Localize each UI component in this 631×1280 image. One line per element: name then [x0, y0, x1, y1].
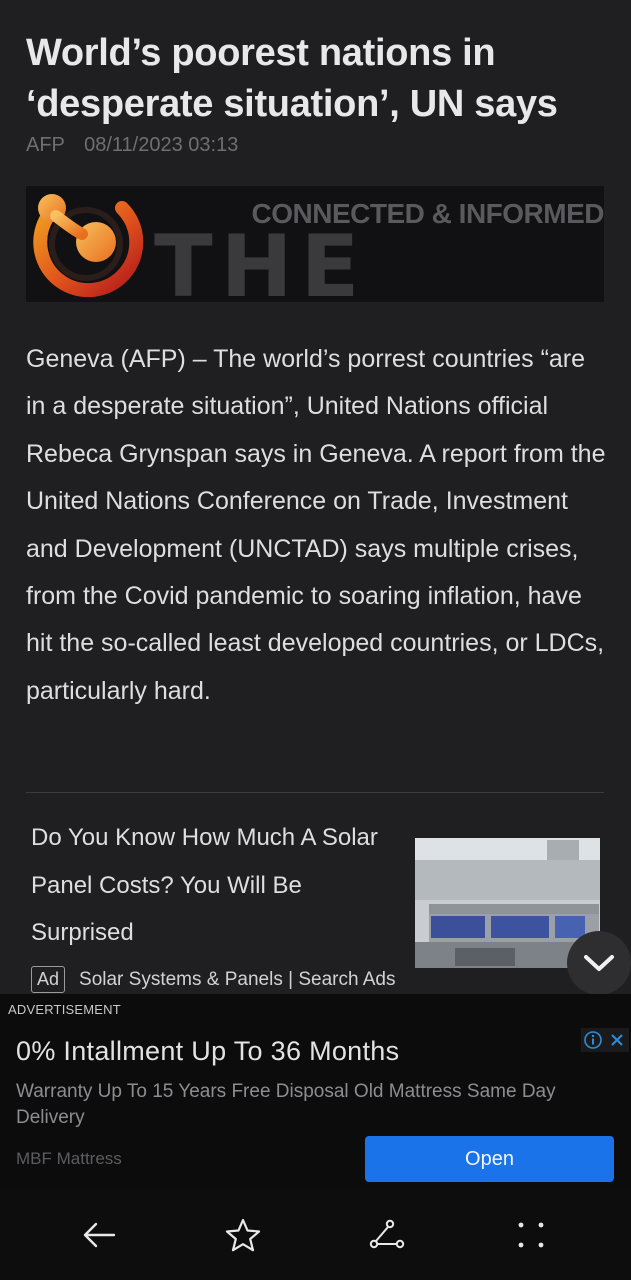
banner-brand: THE FUSE: [154, 217, 368, 302]
divider: [26, 792, 604, 793]
the-fuse-logo-icon: [33, 194, 144, 298]
arrow-left-icon: [83, 1222, 116, 1248]
ad-choices[interactable]: [581, 1028, 629, 1052]
more-button[interactable]: [506, 1210, 556, 1260]
sponsored-footer: Ad Solar Systems & Panels | Search Ads: [31, 966, 396, 993]
article-meta: AFP 08/11/2023 03:13: [26, 134, 238, 157]
more-dots-icon: [518, 1222, 544, 1248]
the-fuse-banner: CONNECTED & INFORMED THE FUSE: [26, 186, 604, 302]
sponsored-source[interactable]: Solar Systems & Panels | Search Ads: [79, 969, 395, 991]
article-view: World’s poorest nations in ‘desperate si…: [0, 0, 631, 994]
share-icon: [369, 1219, 405, 1249]
advert-open-button[interactable]: Open: [365, 1136, 614, 1182]
advertisement-banner[interactable]: ADVERTISEMENT 0% Intallment Up To 36 Mon…: [0, 994, 631, 1188]
ad-info-icon[interactable]: [581, 1028, 605, 1052]
scroll-down-button[interactable]: [567, 931, 631, 994]
article-body: Geneva (AFP) – The world’s porrest count…: [26, 345, 606, 705]
article-source: AFP: [26, 134, 65, 156]
sponsored-card[interactable]: Do You Know How Much A Solar Panel Costs…: [31, 814, 611, 994]
favorite-button[interactable]: [218, 1210, 268, 1260]
article-title: World’s poorest nations in ‘desperate si…: [26, 32, 558, 125]
star-icon: [225, 1218, 261, 1252]
back-button[interactable]: [74, 1210, 124, 1260]
ad-badge: Ad: [31, 966, 66, 993]
share-button[interactable]: [362, 1210, 412, 1260]
advert-advertiser: MBF Mattress: [16, 1149, 122, 1168]
bottom-navigation: [0, 1188, 631, 1280]
sponsored-title[interactable]: Do You Know How Much A Solar Panel Costs…: [31, 814, 411, 957]
article-timestamp: 08/11/2023 03:13: [84, 134, 239, 156]
chevron-down-icon: [584, 955, 614, 971]
advert-description: Warranty Up To 15 Years Free Disposal Ol…: [16, 1081, 556, 1128]
advertisement-label: ADVERTISEMENT: [8, 1002, 121, 1017]
ad-close-icon[interactable]: [605, 1028, 629, 1052]
advert-headline[interactable]: 0% Intallment Up To 36 Months: [16, 1036, 399, 1067]
